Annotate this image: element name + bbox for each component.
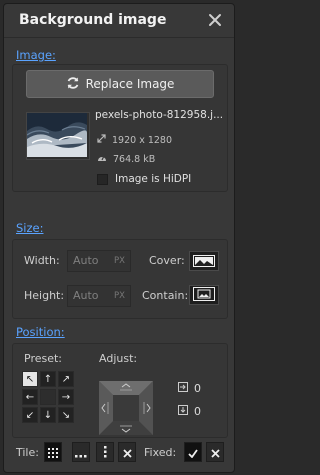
position-section: Preset: Adjust: ↖ ↑ ↗ ← → ↙ ↓ ↘ 0 0	[12, 343, 228, 438]
preset-top-left[interactable]: ↖	[22, 371, 38, 387]
image-file-size: 764.8 kB	[113, 153, 156, 165]
tile-no-repeat-button[interactable]	[118, 442, 136, 462]
tile-repeat-x-button[interactable]	[72, 442, 90, 462]
panel-title: Background image	[19, 12, 167, 28]
close-icon	[210, 443, 220, 462]
image-thumbnail	[26, 112, 90, 160]
check-icon	[188, 443, 198, 462]
height-placeholder: Auto	[73, 289, 99, 302]
width-label: Width:	[24, 254, 60, 267]
preset-top[interactable]: ↑	[40, 371, 56, 387]
preset-center[interactable]	[40, 389, 56, 405]
adjust-label: Adjust:	[99, 352, 138, 365]
gauge-icon	[97, 153, 107, 165]
cover-button[interactable]	[189, 251, 219, 271]
width-unit: PX	[114, 256, 125, 266]
width-placeholder: Auto	[73, 254, 99, 267]
arrow-right-box-icon	[178, 382, 188, 395]
background-image-panel: Background image Image: Replace Image pe…	[3, 3, 235, 473]
fixed-on-button[interactable]	[184, 442, 202, 462]
preset-top-right[interactable]: ↗	[58, 371, 74, 387]
dimensions-row: 1920 x 1280	[97, 134, 172, 146]
tile-repeat-y-button[interactable]	[96, 442, 114, 462]
position-adjust-pad[interactable]	[99, 381, 153, 435]
adjust-y: 0	[178, 405, 201, 418]
replace-image-button[interactable]: Replace Image	[26, 70, 214, 98]
size-section: Width: Auto PX Cover: Height: Auto PX Co…	[12, 239, 228, 319]
hidpi-toggle[interactable]: Image is HiDPI	[97, 173, 191, 185]
preset-right[interactable]: →	[58, 389, 74, 405]
adjust-x-value[interactable]: 0	[194, 382, 201, 395]
contain-label: Contain:	[142, 289, 189, 302]
close-icon	[122, 443, 132, 462]
fixed-label: Fixed:	[144, 446, 177, 459]
tile-repeat-button[interactable]	[44, 442, 62, 462]
position-section-label: Position:	[16, 325, 65, 339]
cover-icon	[193, 252, 215, 271]
arrow-down-box-icon	[178, 405, 188, 418]
dots-horizontal-icon	[75, 443, 87, 462]
file-name: pexels-photo-812958.j...	[95, 109, 224, 121]
filesize-row: 764.8 kB	[97, 153, 155, 165]
close-icon[interactable]	[208, 13, 222, 27]
preset-bottom-right[interactable]: ↘	[58, 407, 74, 423]
size-section-label: Size:	[16, 221, 44, 235]
hidpi-checkbox[interactable]	[97, 173, 108, 185]
preset-label: Preset:	[24, 352, 63, 365]
image-section-label: Image:	[16, 48, 56, 62]
cover-label: Cover:	[149, 254, 185, 267]
hidpi-label: Image is HiDPI	[115, 173, 192, 185]
dots-vertical-icon	[103, 443, 107, 462]
height-input[interactable]: Auto PX	[67, 285, 131, 307]
refresh-icon	[66, 76, 80, 93]
height-label: Height:	[24, 289, 65, 302]
tile-fixed-row: Tile: Fixed:	[4, 438, 234, 466]
preset-bottom[interactable]: ↓	[40, 407, 56, 423]
panel-titlebar: Background image	[4, 4, 234, 38]
grid-icon	[48, 443, 58, 462]
fixed-off-button[interactable]	[206, 442, 224, 462]
height-unit: PX	[114, 291, 125, 301]
tile-label: Tile:	[16, 446, 39, 459]
image-dimensions: 1920 x 1280	[112, 134, 173, 146]
preset-left[interactable]: ←	[22, 389, 38, 405]
contain-button[interactable]	[189, 285, 219, 305]
adjust-y-value[interactable]: 0	[194, 405, 201, 418]
image-section: Replace Image pexels-photo-812958.j... 1…	[12, 64, 228, 192]
width-input[interactable]: Auto PX	[67, 250, 131, 272]
replace-image-label: Replace Image	[85, 77, 175, 91]
resize-icon	[97, 134, 106, 146]
contain-icon	[193, 286, 215, 305]
preset-bottom-left[interactable]: ↙	[22, 407, 38, 423]
adjust-x: 0	[178, 382, 201, 395]
